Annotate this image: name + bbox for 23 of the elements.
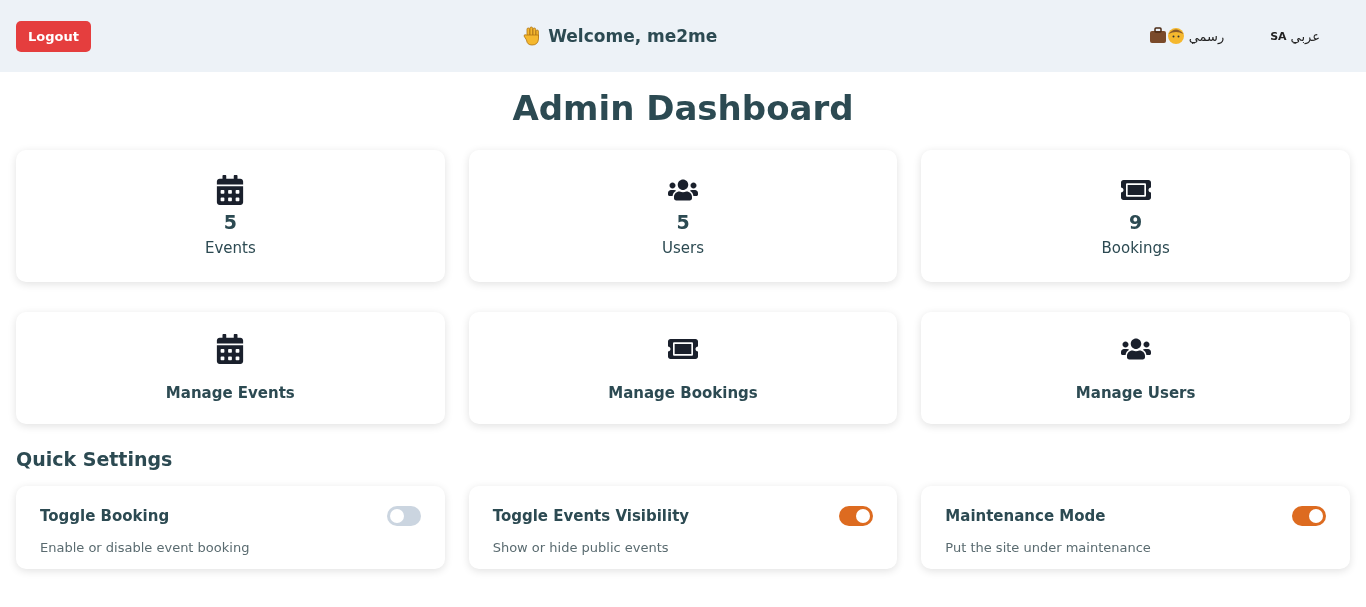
manage-card[interactable]: Manage Events [16, 312, 445, 424]
page-title: Admin Dashboard [511, 88, 855, 128]
setting-title: Toggle Events Visibility [492, 507, 690, 525]
stat-value: 5 [223, 211, 237, 233]
setting-title: Maintenance Mode [945, 507, 1106, 525]
manage-label: Manage Events [165, 384, 295, 402]
stat-value: 5 [676, 211, 690, 233]
welcome-text: Welcome, me2me [548, 26, 718, 46]
setting-title: Toggle Booking [40, 507, 170, 525]
manage-card[interactable]: Manage Users [921, 312, 1350, 424]
setting-description: Show or hide public events [492, 540, 670, 555]
manage-card[interactable]: Manage Bookings [468, 312, 898, 424]
section-heading: Quick Settings [16, 448, 174, 470]
manage-label: Manage Bookings [608, 384, 758, 402]
stat-label: Events [204, 239, 256, 257]
setting-description: Put the site under maintenance [945, 540, 1152, 555]
style-option[interactable]: رسمي [1148, 27, 1225, 45]
setting-description: Enable or disable event booking [40, 540, 251, 555]
stat-value: 9 [1129, 211, 1143, 233]
stat-label: Users [662, 239, 704, 257]
logout-button[interactable]: Logout [16, 20, 91, 52]
stat-label: Bookings [1101, 239, 1170, 257]
manage-label: Manage Users [1075, 384, 1196, 402]
